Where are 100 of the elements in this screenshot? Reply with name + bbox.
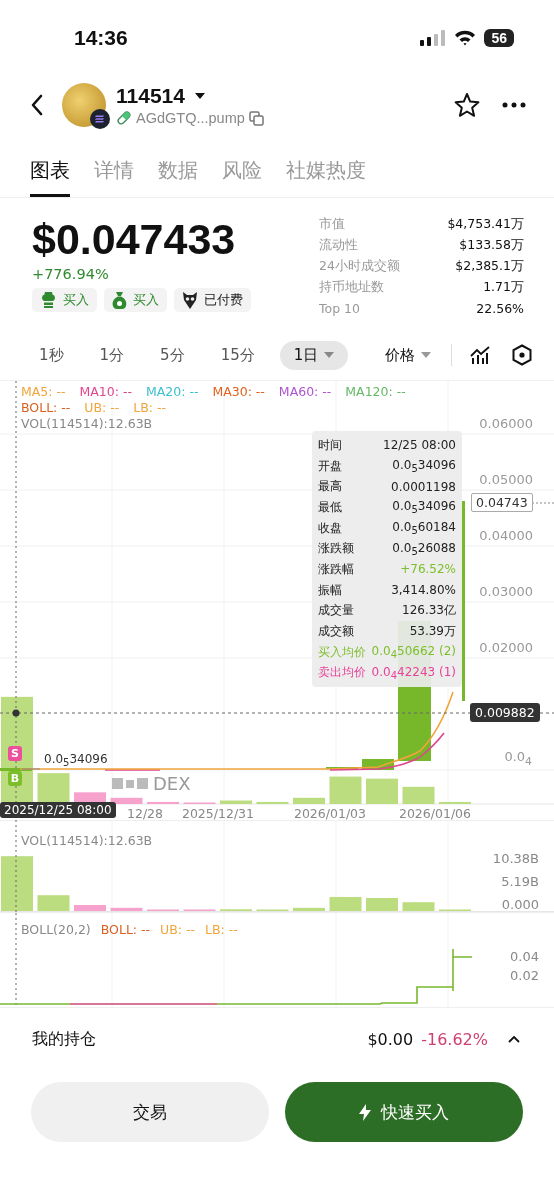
axis-label: 0.000 <box>501 897 539 912</box>
back-icon[interactable] <box>30 94 44 116</box>
chevron-up-icon[interactable] <box>508 1035 520 1043</box>
holdings-label: 我的持仓 <box>32 1028 96 1050</box>
tooltip-value: 0.0$_{5}$34096 <box>392 499 456 516</box>
tooltip-value: 0.0$_{5}$60184 <box>392 519 456 537</box>
axis-label: 0.05000 <box>479 472 533 487</box>
candle <box>0 768 32 771</box>
tooltip-value: 0.0$_{4}$50662 (2) <box>371 644 456 661</box>
ma-legend: MA10: -- <box>79 384 132 400</box>
boll-legend: LB: -- <box>133 400 167 416</box>
volume-bar <box>1 856 33 911</box>
ma-legend: MA20: -- <box>145 384 199 400</box>
axis-label: 10.38B <box>492 851 539 866</box>
stat-value: $4,753.41万 <box>447 216 524 233</box>
interval-tab[interactable]: 15分 <box>209 340 266 370</box>
volume-bar <box>74 905 106 911</box>
tooltip-value: 3,414.80% <box>391 583 456 598</box>
watermark-text: DEX <box>153 773 191 794</box>
quick-buy-button[interactable]: 快速买入 <box>285 1082 523 1142</box>
axis-label: 0.0$_{4}$ <box>504 749 532 768</box>
tooltip-value: +76.52% <box>400 562 456 577</box>
candle <box>362 759 394 770</box>
caret-icon <box>324 352 335 358</box>
tooltip-label: 最高 <box>318 478 342 496</box>
tooltip-label: 涨跌幅 <box>318 560 354 578</box>
date-label: 2025/12/31 <box>182 806 254 821</box>
tooltip-label: 卖出均价 <box>318 664 366 682</box>
tooltip-label: 最低 <box>318 498 342 516</box>
boll-legend: LB: -- <box>205 922 238 938</box>
volume-bar <box>256 801 289 804</box>
axis-label: 0.06000 <box>479 416 533 431</box>
bird-icon <box>182 291 198 309</box>
price-mode-dropdown[interactable]: 价格 <box>379 344 437 366</box>
holdings-change: -16.62% <box>421 1029 488 1049</box>
crosshair-dot <box>12 709 20 717</box>
chef-hat-icon <box>40 292 57 308</box>
volume-bar <box>110 907 143 911</box>
volume-legend: VOL(114514):12.63B <box>21 833 153 848</box>
tooltip-value: 0.0$_{5}$34096 <box>392 457 456 475</box>
volume-legend: VOL(114514):12.63B <box>21 416 406 432</box>
tooltip-value: 12/25 08:00 <box>383 438 456 453</box>
status-time: 14:36 <box>74 25 128 50</box>
interval-tab[interactable]: 1分 <box>88 340 136 370</box>
volume-bar <box>366 778 398 804</box>
chart-indicator-icon[interactable] <box>470 346 490 364</box>
ma-legend: MA5: -- <box>21 384 66 400</box>
tooltip-value: 126.33亿 <box>402 602 456 620</box>
tag-chip[interactable]: 买入 <box>32 288 97 312</box>
tooltip-value: 53.39万 <box>409 623 456 641</box>
tooltip-label: 买入均价 <box>318 643 366 661</box>
more-icon[interactable] <box>502 102 526 108</box>
date-label: 2026/01/06 <box>399 806 471 821</box>
stat-value: 22.56% <box>476 301 524 316</box>
battery-icon: 56 <box>484 28 514 47</box>
boll-legend: UB: -- <box>84 400 120 416</box>
caret-icon[interactable] <box>194 93 205 99</box>
axis-label: 0.02000 <box>479 640 533 655</box>
trade-button[interactable]: 交易 <box>31 1082 269 1142</box>
tooltip-label: 涨跌额 <box>318 540 354 558</box>
star-icon[interactable] <box>454 92 480 118</box>
interval-tab[interactable]: 5分 <box>149 340 196 370</box>
chain-badge-icon <box>90 109 110 129</box>
hexagon-settings-icon[interactable] <box>512 344 532 366</box>
ma-legend: MA60: -- <box>278 384 332 400</box>
axis-label: 5.19B <box>501 874 539 889</box>
crosshair-price-tag: 0.009882 <box>470 703 540 722</box>
tag-chip[interactable]: 买入 <box>104 288 167 312</box>
interval-tab[interactable]: 1日 <box>279 340 349 370</box>
tooltip-value: 0.0001198 <box>391 479 456 494</box>
boll-legend: UB: -- <box>160 922 195 938</box>
signal-icon <box>420 29 447 46</box>
tooltip-value: 0.0$_{5}$26088 <box>392 540 456 557</box>
caret-icon <box>421 352 431 358</box>
price-value: $0.047433 <box>32 214 237 264</box>
bolt-icon <box>359 1103 371 1121</box>
current-price-tag: 0.04743 <box>471 493 533 512</box>
tooltip-label: 成交额 <box>318 623 354 641</box>
holdings-value: $0.00 <box>367 1029 414 1049</box>
wifi-icon <box>454 29 477 46</box>
stat-value: $2,385.1万 <box>455 258 524 275</box>
stat-label: 持币地址数 <box>319 279 384 296</box>
price-low-label: 0.0$_{5}$34096 <box>44 752 108 769</box>
dex-logo-icon <box>112 778 148 789</box>
stat-label: 24小时成交额 <box>319 258 400 275</box>
tooltip-label: 振幅 <box>318 581 342 599</box>
tab[interactable]: 图表 <box>30 147 70 197</box>
axis-label: 0.02 <box>510 968 539 983</box>
crosshair-date-tag: 2025/12/25 08:00 <box>0 802 116 818</box>
ma-legend: MA120: -- <box>345 384 406 400</box>
token-name: 114514 <box>116 84 185 108</box>
volume-bar <box>402 786 435 804</box>
axis-label: 0.04000 <box>479 528 533 543</box>
stat-label: 市值 <box>319 216 345 233</box>
stat-label: 流动性 <box>319 237 358 254</box>
copy-icon[interactable] <box>248 110 264 126</box>
tag-chip[interactable]: 已付费 <box>174 288 251 312</box>
tooltip-label: 成交量 <box>318 602 354 620</box>
interval-tab[interactable]: 1秒 <box>28 340 75 370</box>
volume-bar <box>110 797 143 804</box>
